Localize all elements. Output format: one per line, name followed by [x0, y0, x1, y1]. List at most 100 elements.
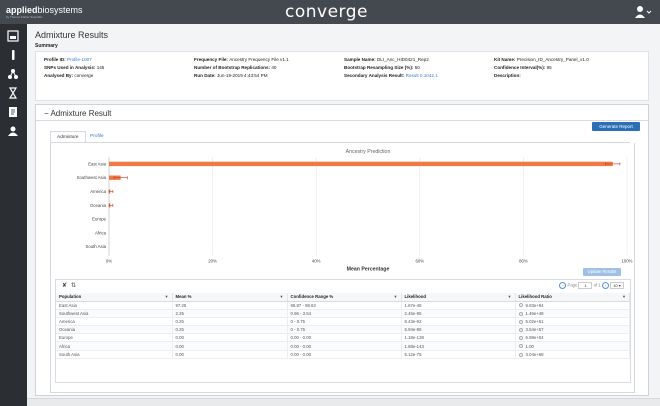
update-results-button[interactable]: Update Results	[583, 268, 621, 276]
hide-columns-icon[interactable]: ✘	[62, 282, 67, 289]
x-tick-label: 20%	[208, 259, 217, 264]
bootstrap-replications-field: Number of Bootstrap Replications: 40	[194, 65, 277, 70]
table-cell: 1.00	[515, 341, 630, 351]
col-likelihood-ratio[interactable]: Likelihood Ratio ▼	[515, 293, 630, 302]
secondary-analysis-link[interactable]: Result 0.1042.1	[406, 73, 438, 78]
table-cell: 97.25	[172, 301, 288, 310]
table-cell: 0 - 0.75	[287, 317, 402, 327]
table-cell: East Asia	[56, 301, 173, 310]
col-mean[interactable]: Mean % ▼	[172, 293, 288, 302]
page-label: Page	[567, 282, 578, 288]
table-cell: 6.98e+04	[515, 333, 630, 343]
brand-bold: applied	[6, 5, 38, 15]
instrument-icon[interactable]	[6, 30, 20, 44]
info-icon[interactable]	[518, 352, 523, 357]
col-population[interactable]: Population ▼	[56, 293, 173, 302]
report-icon[interactable]	[6, 106, 20, 120]
filter-icon: ▼	[393, 294, 398, 299]
x-tick-label: 100%	[622, 259, 633, 264]
resampling-size-field: Bootstrap Resampling Size (%): 50	[344, 65, 420, 70]
table-cell: 0.00	[172, 350, 288, 359]
table-row[interactable]: Africa 0.00 0.00 - 0.00 1.68e-143 1.00	[56, 341, 630, 351]
page-title: Admixture Results	[35, 30, 109, 40]
brand-logo[interactable]: appliedbiosystems by Thermo Fisher Scien…	[6, 5, 83, 19]
test-tube-icon[interactable]	[6, 49, 20, 63]
col-confidence-range[interactable]: Confidence Range % ▼	[287, 293, 402, 302]
table-cell: 3.04e+68	[515, 350, 630, 359]
prev-page-button[interactable]: ‹	[559, 282, 567, 289]
sample-name-field: Sample Name: DLI_Anc_HID0421_Rep2	[344, 57, 429, 62]
table-cell: 95.87 - 98.63	[287, 301, 402, 310]
table-cell: 1.18e-138	[401, 333, 516, 343]
chart-title: Ancestry Prediction	[346, 149, 391, 155]
table-cell: Europe	[56, 333, 173, 343]
table-cell: 2.46e-95	[401, 309, 516, 318]
info-icon[interactable]	[518, 336, 523, 341]
run-date-field: Run Date: Jun-19-2019 4:43:54 PM	[194, 73, 268, 78]
category-label: Southwest Asia	[77, 175, 107, 180]
result-heading[interactable]: − Admixture Result	[44, 109, 111, 118]
info-icon[interactable]	[518, 328, 523, 333]
next-page-button[interactable]: ›	[601, 282, 609, 289]
table-row[interactable]: Europe 0.00 0.00 - 0.00 1.18e-138 6.98e+04	[56, 333, 630, 343]
table-cell: 1.68e-143	[401, 341, 516, 351]
table-cell: 5.02e+51	[515, 317, 630, 327]
table-cell: 0.96 - 3.54	[287, 309, 402, 318]
network-icon[interactable]	[6, 68, 20, 82]
footer-bar	[27, 398, 660, 406]
table-cell: 9.93e+94	[515, 301, 630, 310]
table-row[interactable]: Oceania 0.25 0 - 0.75 5.94e-86 3.54e+57	[56, 325, 630, 335]
info-icon[interactable]	[518, 311, 523, 316]
table-row[interactable]: America 0.25 0 - 0.75 8.43e-92 5.02e+51	[56, 317, 630, 327]
snps-field: SNPs Used in Analysis: 145	[44, 65, 105, 70]
table-cell: 3.54e+57	[515, 325, 630, 335]
divider	[36, 120, 648, 121]
profile-id-field: Profile ID: Profile-1007	[44, 57, 92, 62]
info-icon[interactable]	[518, 319, 523, 324]
profile-id-link[interactable]: Profile-1007	[67, 57, 92, 62]
category-label: America	[90, 189, 106, 194]
kit-name-field: Kit Name: Precision_ID_Ancestry_Panel_v1…	[494, 57, 589, 62]
table-cell: 0.00 - 0.00	[287, 333, 402, 343]
table-row[interactable]: South Asia 0.00 0.00 - 0.00 5.12e-75 3.04e+6…	[56, 350, 630, 359]
table-cell: Southwest Asia	[56, 309, 173, 318]
x-tick-label: 60%	[415, 259, 424, 264]
table-cell: Oceania	[56, 325, 173, 335]
table-toolbar: ✘ ⇅ ‹ Page 1 of 1 › 10 ▾	[56, 280, 630, 292]
table-cell: 0.00	[172, 341, 288, 351]
results-table: Population ▼ Mean % ▼ Confidence Range % ▼ …	[56, 293, 630, 359]
generate-report-button[interactable]: Generate Report	[592, 122, 640, 131]
table-cell: 0.00	[172, 333, 288, 343]
main-content: Admixture Results Summary Profile ID: Pr…	[27, 24, 660, 406]
table-cell: 1.67e-48	[401, 301, 516, 310]
table-cell: 0 - 0.75	[287, 325, 402, 335]
info-icon[interactable]	[518, 303, 523, 308]
table-row[interactable]: Southwest Asia 2.25 0.96 - 3.54 2.46e-95 1.4…	[56, 309, 630, 318]
x-tick-label: 40%	[312, 259, 321, 264]
collapse-icon[interactable]: −	[44, 109, 49, 118]
pagination: ‹ Page 1 of 1 › 10 ▾	[559, 282, 624, 289]
page-size-select[interactable]: 10 ▾	[610, 282, 624, 289]
table-cell: 8.43e-92	[401, 317, 516, 327]
brand-light: biosystems	[37, 5, 83, 15]
table-cell: 0.00 - 0.00	[287, 350, 402, 359]
category-label: Africa	[95, 230, 107, 235]
col-likelihood[interactable]: Likelihood ▼	[401, 293, 516, 302]
top-bar: appliedbiosystems by Thermo Fisher Scien…	[0, 0, 660, 24]
table-cell: 5.94e-86	[401, 325, 516, 335]
user-icon	[635, 6, 652, 18]
table-cell: 1.46e+48	[515, 309, 630, 318]
users-icon[interactable]	[6, 125, 20, 139]
sort-icon[interactable]: ⇅	[71, 282, 76, 289]
page-number-input[interactable]: 1	[578, 282, 593, 289]
hourglass-icon[interactable]	[6, 87, 20, 101]
table-cell: 2.25	[172, 309, 288, 318]
user-menu-button[interactable]	[634, 4, 652, 20]
category-label: East Asia	[88, 161, 107, 166]
table-cell: Africa	[56, 341, 173, 351]
info-icon[interactable]	[518, 344, 523, 349]
table-cell: America	[56, 317, 173, 327]
filter-icon: ▼	[622, 294, 626, 299]
x-tick-label: 0%	[106, 259, 112, 264]
table-row[interactable]: East Asia 97.25 95.87 - 98.63 1.67e-48 9.93e…	[56, 301, 630, 310]
